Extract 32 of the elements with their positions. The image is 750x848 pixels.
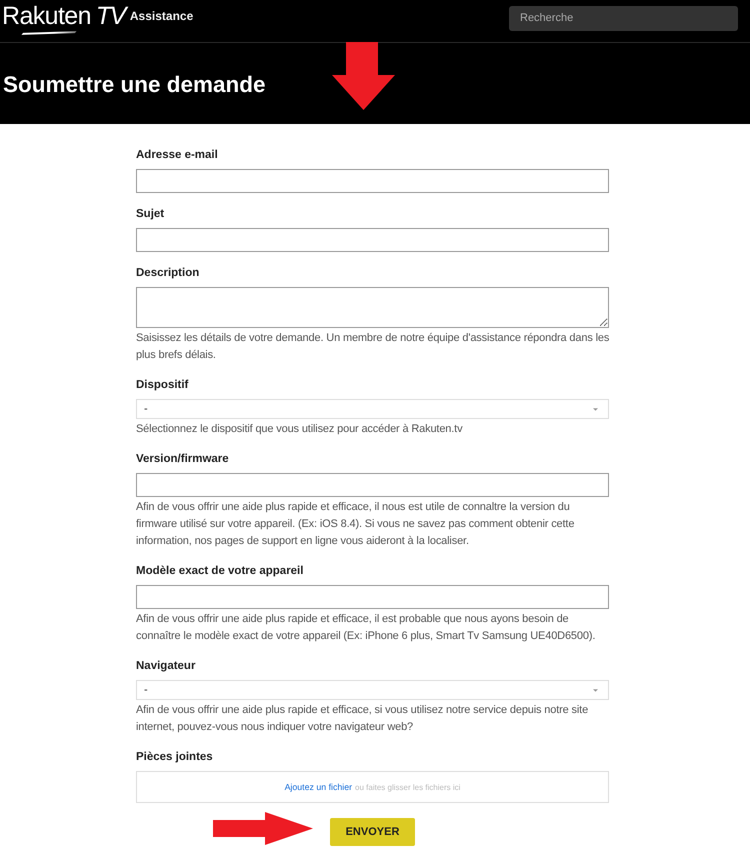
field-hint: Afin de vous offrir une aide plus rapide et efficace, il est probable que nous ayons besoin de connaître le modèle exact de votre appareil (Ex: iPhone 6 plus, Smart Tv Samsung UE40D6500). — [136, 612, 596, 644]
submit-button[interactable]: ENVOYER — [330, 818, 415, 846]
caret-icon — [593, 688, 598, 692]
field-label: Modèle exact de votre appareil — [136, 564, 304, 579]
field-label: Dispositif — [136, 378, 188, 393]
select-dropdown[interactable]: - — [136, 680, 609, 700]
field-hint: Sélectionnez le dispositif que vous utilisez pour accéder à Rakuten.tv — [136, 422, 464, 437]
search-field[interactable]: Recherche — [509, 6, 738, 30]
page-title: Soumettre une demande — [3, 72, 266, 98]
field-label: Navigateur — [136, 659, 196, 674]
text-input[interactable] — [136, 228, 609, 252]
textarea-field[interactable] — [136, 287, 609, 328]
select-dropdown[interactable]: - — [136, 399, 609, 419]
field-label: Adresse e-mail — [136, 148, 218, 163]
brand-logo[interactable]: Rakuten TV — [2, 3, 127, 36]
section-title: Assistance — [130, 9, 194, 23]
field-hint: Afin de vous offrir une aide plus rapide et efficace, il nous est utile de connaltre la version du firmware utilisé sur votre appareil. (Ex: iOS 8.4). Si vous ne savez pas comment obtenir cette information, nos pages de support en ligne vous aideront à la localiser. — [136, 500, 576, 549]
add-file-link[interactable]: Ajoutez un fichier — [284, 782, 352, 792]
text-input[interactable] — [136, 473, 609, 497]
field-label: Sujet — [136, 207, 164, 222]
field-label: Description — [136, 266, 200, 281]
dropzone-hint: ou faites glisser les fichiers ici — [355, 782, 460, 792]
caret-icon — [593, 408, 598, 410]
field-label: Pièces jointes — [136, 750, 213, 765]
field-hint: Saisissez les détails de votre demande. Un membre de notre équipe d'assistance répondra dans les plus brefs délais. — [136, 331, 610, 363]
file-dropzone[interactable]: Ajoutez un fichier ou faites glisser les fichiers ici — [136, 771, 609, 803]
field-label: Version/firmware — [136, 452, 229, 467]
down-arrow-icon — [332, 42, 395, 110]
text-input[interactable] — [136, 169, 609, 193]
right-arrow-icon — [213, 812, 313, 845]
field-hint: Afin de vous offrir une aide plus rapide et efficace, si vous utilisez notre service depuis notre site internet, pouvez-vous nous indiquer votre navigateur web? — [136, 703, 590, 735]
text-input[interactable] — [136, 585, 609, 609]
